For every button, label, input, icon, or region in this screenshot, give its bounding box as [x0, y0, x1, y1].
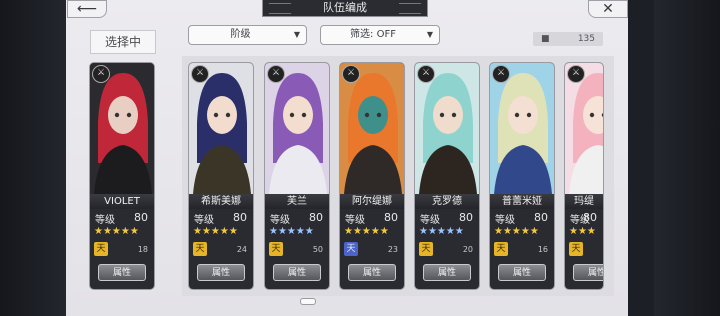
- attribute-button[interactable]: 属性: [423, 264, 471, 281]
- level-label: 等级: [495, 215, 515, 226]
- character-card[interactable]: ⚔ 普蕾米娅 等级 80 ★★★★★ 天 16 属性: [489, 62, 555, 290]
- roster-count: ■ 135: [533, 32, 603, 46]
- level-label: 等级: [95, 215, 115, 226]
- person-icon: ■: [541, 34, 550, 44]
- level-row: 等级 80: [340, 211, 404, 226]
- bow-class-icon: ⚔: [417, 65, 435, 83]
- star-rating: ★★★★★: [193, 226, 238, 237]
- character-name: 芙兰: [265, 194, 329, 209]
- stack-count: 23: [387, 245, 398, 254]
- level-value: 80: [534, 211, 548, 224]
- character-card[interactable]: ⚔ 阿尔缇娜 等级 80 ★★★★★ 天 23 属性: [339, 62, 405, 290]
- chevron-down-icon: ▼: [426, 30, 433, 39]
- sort-dropdown[interactable]: 阶级 ▼: [188, 25, 307, 45]
- rank-gold-icon: 天: [494, 242, 508, 256]
- character-name: 玛缇: [565, 194, 603, 209]
- rank-blue-icon: 天: [344, 242, 358, 256]
- filter-dropdown-label: 筛选: OFF: [350, 29, 396, 40]
- rank-row: 天 24: [189, 241, 253, 259]
- level-label: 等级: [270, 215, 290, 226]
- level-value: 80: [309, 211, 323, 224]
- character-name: 普蕾米娅: [490, 194, 554, 209]
- close-button[interactable]: ✕: [588, 0, 628, 18]
- attribute-button[interactable]: 属性: [98, 264, 146, 281]
- rank-row: 天 18: [90, 241, 154, 259]
- rank-gold-icon: 天: [193, 242, 207, 256]
- rank-row: 天: [565, 241, 603, 259]
- rank-gold-icon: 天: [569, 242, 583, 256]
- level-row: 等级 80: [565, 211, 603, 226]
- rank-gold-icon: 天: [419, 242, 433, 256]
- level-label: 等级: [420, 215, 440, 226]
- level-value: 80: [583, 211, 597, 224]
- star-rating: ★★★★★: [269, 226, 314, 237]
- chevron-down-icon: ▼: [293, 30, 300, 39]
- character-card[interactable]: ⚔ 玛缇 等级 80 ★★★ 天 属性: [564, 62, 604, 290]
- selecting-label: 选择中: [90, 30, 156, 54]
- attribute-button[interactable]: 属性: [197, 264, 245, 281]
- star-rating: ★★★★★: [419, 226, 464, 237]
- level-label: 等级: [194, 215, 214, 226]
- stack-count: 50: [312, 245, 323, 254]
- stack-count: 18: [137, 245, 148, 254]
- roster-count-value: 135: [577, 34, 595, 44]
- attribute-button[interactable]: 属性: [348, 264, 396, 281]
- level-value: 80: [134, 211, 148, 224]
- star-rating: ★★★★★: [344, 226, 389, 237]
- attribute-button[interactable]: 属性: [498, 264, 546, 281]
- sword-class-icon: ⚔: [492, 65, 510, 83]
- rank-row: 天 23: [340, 241, 404, 259]
- character-name: 克罗德: [415, 194, 479, 209]
- level-value: 80: [384, 211, 398, 224]
- level-row: 等级 80: [189, 211, 253, 226]
- scroll-indicator[interactable]: [300, 298, 316, 305]
- level-row: 等级 80: [490, 211, 554, 226]
- level-row: 等级 80: [415, 211, 479, 226]
- attribute-button[interactable]: 属性: [273, 264, 321, 281]
- right-background: [654, 0, 720, 316]
- character-card[interactable]: ⚔ VIOLET 等级 80 ★★★★★ 天 18 属性: [89, 62, 155, 290]
- sort-dropdown-label: 阶级: [230, 29, 251, 40]
- level-value: 80: [233, 211, 247, 224]
- star-rating: ★★★: [569, 226, 596, 237]
- level-row: 等级 80: [265, 211, 329, 226]
- rank-row: 天 20: [415, 241, 479, 259]
- character-name: 阿尔缇娜: [340, 194, 404, 209]
- character-name: VIOLET: [90, 194, 154, 209]
- stack-count: 24: [236, 245, 247, 254]
- page-title: 队伍编成: [262, 0, 428, 17]
- close-x-icon: ✕: [602, 1, 614, 17]
- character-card[interactable]: ⚔ 希斯美娜 等级 80 ★★★★★ 天 24 属性: [188, 62, 254, 290]
- stack-count: 16: [537, 245, 548, 254]
- attribute-button[interactable]: 属性: [573, 264, 603, 281]
- rank-gold-icon: 天: [269, 242, 283, 256]
- stack-count: 20: [462, 245, 473, 254]
- filter-dropdown[interactable]: 筛选: OFF ▼: [320, 25, 440, 45]
- character-card[interactable]: ⚔ 芙兰 等级 80 ★★★★★ 天 50 属性: [264, 62, 330, 290]
- star-rating: ★★★★★: [494, 226, 539, 237]
- sword-class-icon: ⚔: [92, 65, 110, 83]
- character-card[interactable]: ⚔ 克罗德 等级 80 ★★★★★ 天 20 属性: [414, 62, 480, 290]
- back-button[interactable]: ⟵: [67, 0, 107, 18]
- back-arrow-icon: ⟵: [76, 1, 98, 17]
- rank-row: 天 16: [490, 241, 554, 259]
- bow-class-icon: ⚔: [191, 65, 209, 83]
- left-background: [0, 0, 66, 316]
- level-label: 等级: [345, 215, 365, 226]
- rank-gold-icon: 天: [94, 242, 108, 256]
- character-portrait: [565, 63, 603, 194]
- level-value: 80: [459, 211, 473, 224]
- level-row: 等级 80: [90, 211, 154, 226]
- sword-class-icon: ⚔: [567, 65, 585, 83]
- bow-class-icon: ⚔: [267, 65, 285, 83]
- star-rating: ★★★★★: [94, 226, 139, 237]
- rank-row: 天 50: [265, 241, 329, 259]
- sword-class-icon: ⚔: [342, 65, 360, 83]
- character-name: 希斯美娜: [189, 194, 253, 209]
